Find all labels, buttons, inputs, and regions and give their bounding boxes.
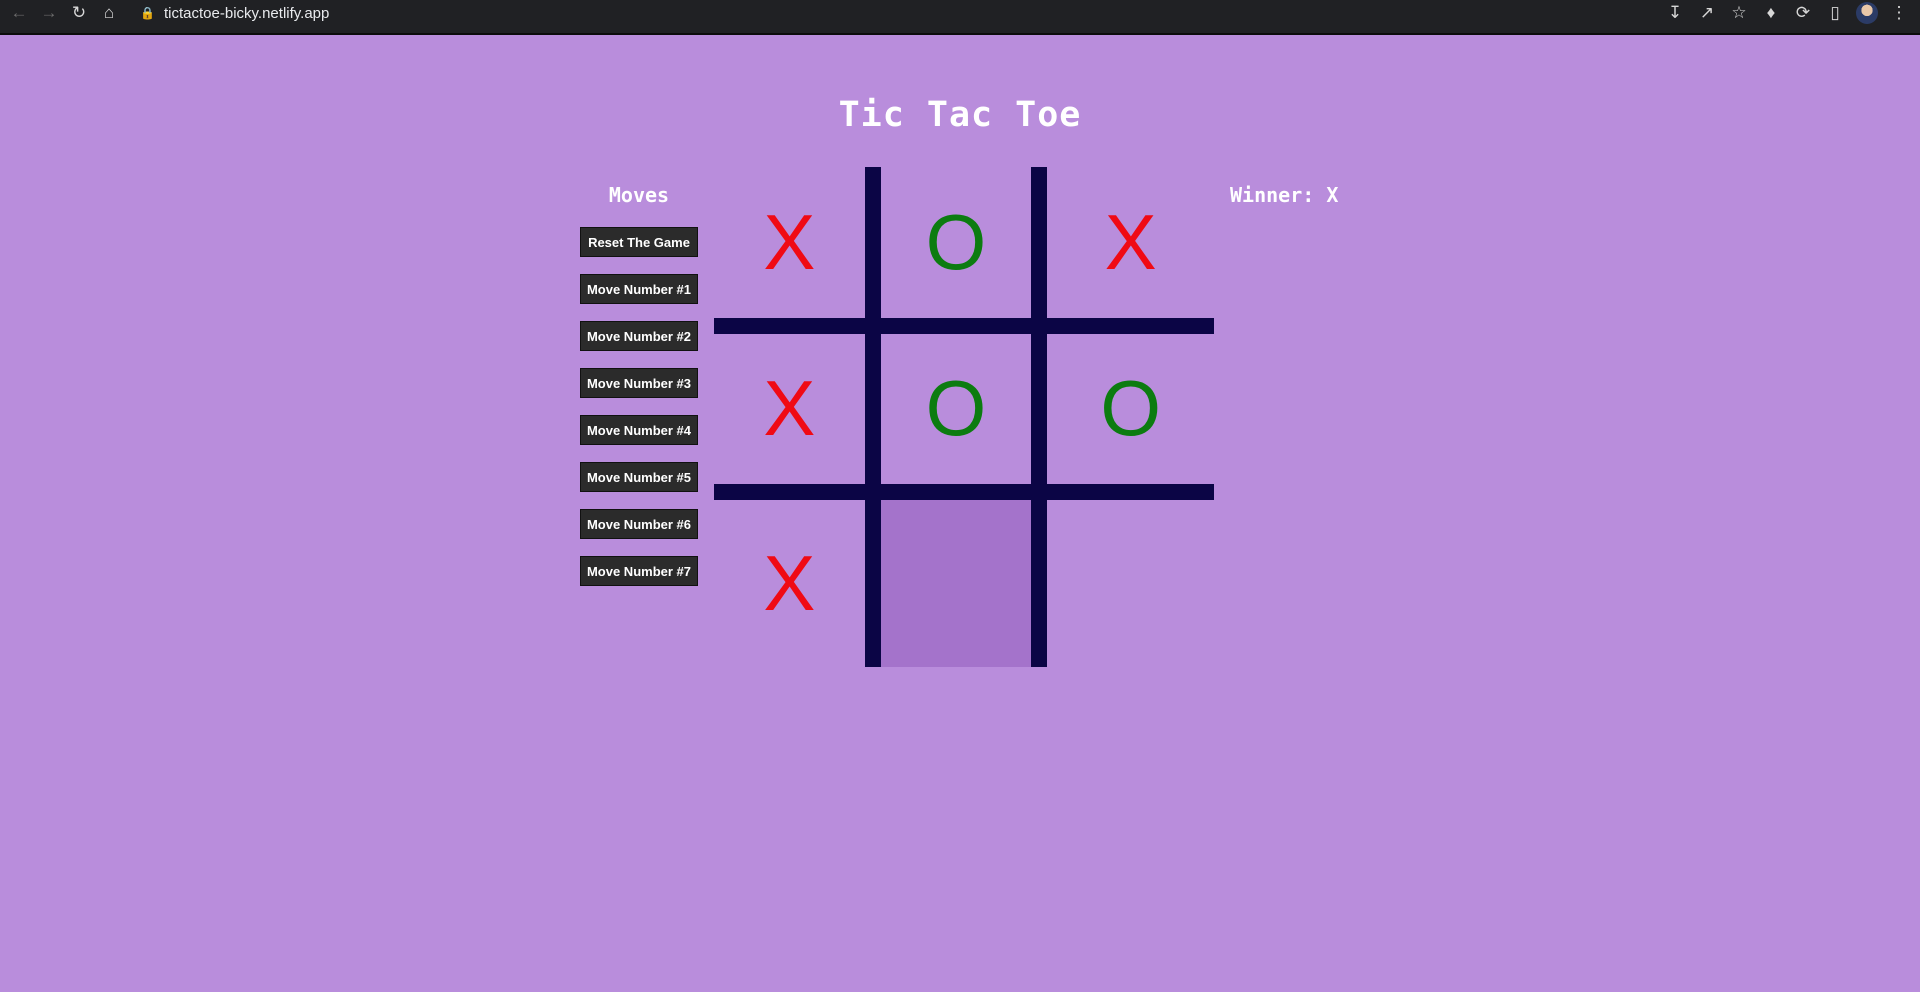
puzzle-icon[interactable]: ♦ [1756,0,1786,26]
move-3-button[interactable]: Move Number #3 [580,368,698,398]
star-icon[interactable]: ☆ [1724,0,1754,26]
move-7-button[interactable]: Move Number #7 [580,556,698,586]
arrow-left-icon[interactable]: ← [4,0,34,26]
board-cell-2[interactable]: O [880,167,1048,334]
nav-buttons: ← → ↻ ⌂ [4,0,124,26]
winner-status: Winner: X [1230,183,1339,207]
moves-heading: Moves [608,183,670,207]
home-icon[interactable]: ⌂ [94,0,124,26]
board-cell-8[interactable] [880,500,1048,667]
move-5-button[interactable]: Move Number #5 [580,462,698,492]
arrow-right-icon[interactable]: → [34,0,64,26]
browser-toolbar: ← → ↻ ⌂ 🔒 tictactoe-bicky.netlify.app ↧ … [0,0,1920,35]
toolbar-actions: ↧ ↗ ☆ ♦ ⟳ ▯ ⋮ [1660,0,1914,26]
move-4-button[interactable]: Move Number #4 [580,415,698,445]
move-6-button[interactable]: Move Number #6 [580,509,698,539]
reload-icon[interactable]: ↻ [64,0,94,26]
address-bar[interactable]: 🔒 tictactoe-bicky.netlify.app [140,0,1600,26]
install-icon[interactable]: ↧ [1660,0,1690,26]
board-cell-5[interactable]: O [880,333,1048,501]
url-text[interactable]: tictactoe-bicky.netlify.app [164,5,329,22]
board-cell-9[interactable] [1047,500,1214,667]
kebab-menu-icon[interactable]: ⋮ [1884,0,1914,26]
reset-game-button[interactable]: Reset The Game [580,227,698,257]
sync-icon[interactable]: ⟳ [1788,0,1818,26]
lock-icon[interactable]: 🔒 [140,6,156,20]
game-board: X O X X O O X [714,167,1214,667]
side-panel-icon[interactable]: ▯ [1820,0,1850,26]
board-cell-3[interactable]: X [1047,167,1214,334]
board-cell-1[interactable]: X [714,167,881,334]
board-cell-4[interactable]: X [714,333,881,501]
profile-avatar[interactable] [1856,2,1878,24]
board-cell-7[interactable]: X [714,500,881,667]
moves-panel: Moves Reset The Game Move Number #1 Move… [580,183,698,603]
move-1-button[interactable]: Move Number #1 [580,274,698,304]
share-icon[interactable]: ↗ [1692,0,1722,26]
page-content: Tic Tac Toe Moves Reset The Game Move Nu… [0,35,1920,989]
page-title: Tic Tac Toe [838,95,1082,135]
move-2-button[interactable]: Move Number #2 [580,321,698,351]
board-cell-6[interactable]: O [1047,334,1214,501]
